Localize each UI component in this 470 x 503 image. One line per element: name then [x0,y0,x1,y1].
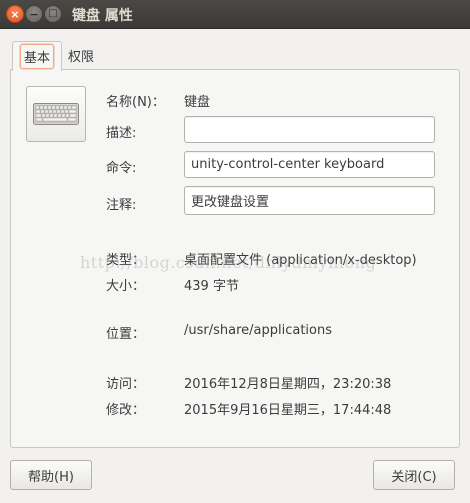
minimize-icon: − [29,7,39,21]
size-value: 439 字节 [184,279,239,294]
modified-value: 2015年9月16日星期三，17:44:48 [184,403,392,418]
description-input[interactable] [184,116,435,143]
description-label: 描述: [106,126,137,141]
close-icon: × [10,7,20,21]
location-label: 位置： [106,327,146,342]
keyboard-icon [33,103,79,125]
window-title: 键盘 属性 [72,8,133,24]
close-button[interactable]: 关闭(C) [373,460,455,490]
command-input[interactable] [184,151,435,178]
accessed-value: 2016年12月8日星期四，23:20:38 [184,377,392,392]
type-label: 类型： [106,253,146,268]
name-label: 名称(N)： [106,95,165,110]
tab-permissions[interactable]: 权限 [61,41,101,69]
comment-label: 注释: [106,198,137,213]
modified-label: 修改： [106,403,146,418]
size-label: 大小： [106,279,146,294]
tab-basic-label: 基本 [20,44,55,69]
tab-permissions-label: 权限 [68,49,95,65]
help-button[interactable]: 帮助(H) [10,460,92,490]
name-value: 键盘 [184,95,211,110]
window-close-button[interactable]: × [6,5,24,23]
location-value: /usr/share/applications [184,323,333,338]
type-value: 桌面配置文件 (application/x-desktop) [184,253,417,268]
titlebar: × − □ 键盘 属性 [0,0,470,29]
window-maximize-button[interactable]: □ [44,5,62,23]
accessed-label: 访问： [106,377,146,392]
file-icon-button[interactable] [26,86,86,142]
window-minimize-button[interactable]: − [25,5,43,23]
command-label: 命令: [106,161,137,176]
tab-basic[interactable]: 基本 [12,41,63,71]
properties-window: × − □ 键盘 属性 基本 权限 名称(N)： 键盘 描述: 命令: 注释: … [0,0,470,503]
maximize-icon: □ [48,8,58,19]
comment-input[interactable] [184,186,435,215]
